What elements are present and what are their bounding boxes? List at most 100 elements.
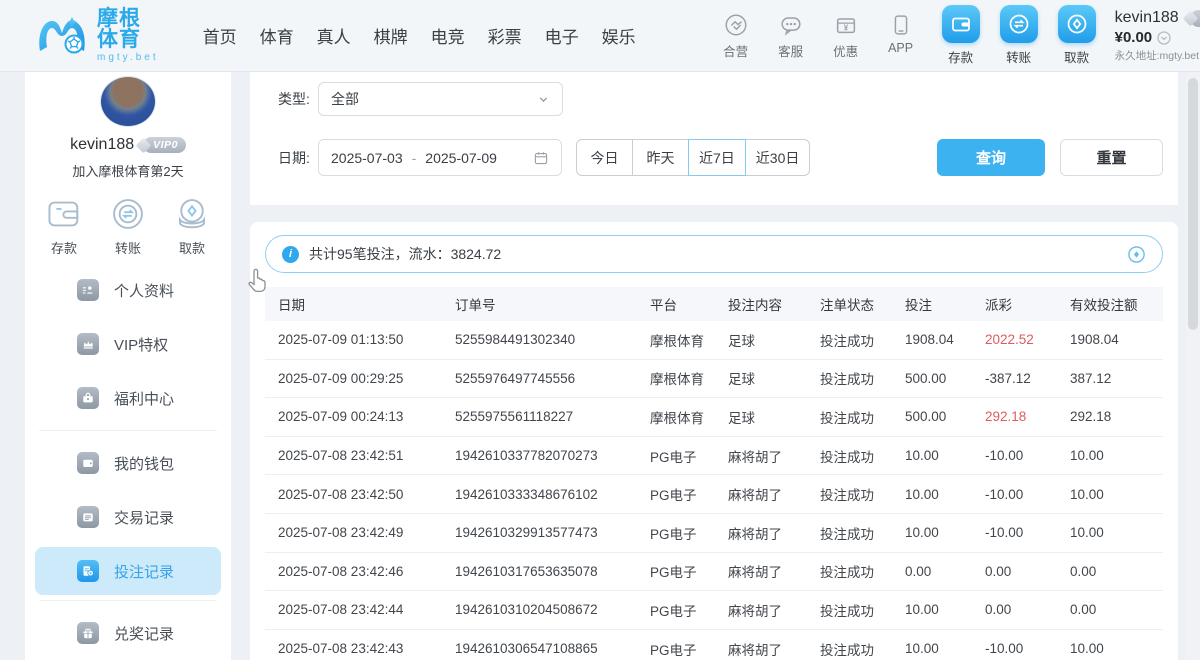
nav-item-6[interactable]: 彩票	[488, 23, 522, 48]
cell-platform: PG电子	[650, 446, 728, 466]
wallet-action-2[interactable]: 转账	[995, 5, 1043, 66]
transfer-outline-icon	[109, 195, 147, 233]
cell-payout: 2022.52	[985, 332, 1070, 347]
cell-valid_amount: 10.00	[1070, 641, 1163, 656]
cell-platform: PG电子	[650, 639, 728, 659]
search-button[interactable]: 查询	[937, 139, 1045, 176]
cell-stake: 500.00	[905, 409, 985, 424]
header-cell: 派彩	[985, 294, 1070, 314]
cell-content: 足球	[728, 368, 820, 388]
sidebar-item-4[interactable]: 我的钱包	[25, 436, 231, 490]
sidebar-quick-3[interactable]: 取款	[170, 195, 214, 257]
handshake-icon	[723, 12, 749, 38]
cell-date: 2025-07-08 23:42:44	[278, 602, 455, 617]
cell-date: 2025-07-08 23:42:49	[278, 525, 455, 540]
cell-valid_amount: 10.00	[1070, 448, 1163, 463]
range-button-3[interactable]: 近7日	[688, 139, 746, 176]
cell-order_no: 5255976497745556	[455, 371, 650, 386]
nav-item-7[interactable]: 电子	[545, 23, 579, 48]
sidebar-item-6[interactable]: ¥投注记录	[35, 547, 221, 595]
cell-platform: PG电子	[650, 523, 728, 543]
date-separator: -	[412, 150, 417, 166]
sidebar-item-1[interactable]: 个人资料	[25, 263, 231, 317]
cell-content: 足球	[728, 407, 820, 427]
range-button-2[interactable]: 昨天	[632, 139, 689, 176]
table-row: 2025-07-08 23:42:501942610333348676102PG…	[265, 475, 1163, 514]
cell-content: 麻将胡了	[728, 446, 820, 466]
cell-valid_amount: 10.00	[1070, 525, 1163, 540]
wallet-action-3[interactable]: 取款	[1053, 5, 1101, 66]
cell-payout: -10.00	[985, 525, 1070, 540]
nav-item-3[interactable]: 真人	[317, 23, 351, 48]
cell-date: 2025-07-09 01:13:50	[278, 332, 455, 347]
date-label: 日期:	[278, 148, 318, 168]
brand-logo[interactable]: 摩根体育 mgty.bet	[36, 8, 159, 63]
nav-item-5[interactable]: 电竞	[431, 23, 465, 48]
sidebar-item-5[interactable]: 交易记录	[25, 490, 231, 544]
cell-platform: 摩根体育	[650, 368, 728, 388]
sidebar-item-7[interactable]: 兑奖记录	[25, 606, 231, 660]
cell-payout: -387.12	[985, 371, 1070, 386]
cell-content: 麻将胡了	[728, 523, 820, 543]
sidebar-item-3[interactable]: 福利中心	[25, 371, 231, 425]
withdraw-icon	[1065, 12, 1089, 36]
bet-records-table: 日期订单号平台投注内容注单状态投注派彩有效投注额 2025-07-09 01:1…	[265, 287, 1163, 660]
header-cell: 有效投注额	[1070, 294, 1163, 314]
table-row: 2025-07-09 01:13:505255984491302340摩根体育足…	[265, 321, 1163, 360]
range-button-1[interactable]: 今日	[576, 139, 633, 176]
wallet-action-1[interactable]: 存款	[937, 5, 985, 66]
quicklink-1[interactable]: 合营	[714, 12, 758, 60]
expand-target-icon[interactable]	[1127, 245, 1146, 264]
nav-item-1[interactable]: 首页	[203, 23, 237, 48]
quicklink-3[interactable]: ¥优惠	[824, 12, 868, 60]
nav-item-4[interactable]: 棋牌	[374, 23, 408, 48]
join-days-text: 加入摩根体育第2天	[72, 161, 183, 180]
table-header: 日期订单号平台投注内容注单状态投注派彩有效投注额	[265, 287, 1163, 321]
cell-platform: PG电子	[650, 600, 728, 620]
date-start: 2025-07-03	[331, 150, 403, 166]
cell-order_no: 1942610337782070273	[455, 448, 650, 463]
cell-status: 投注成功	[820, 484, 905, 504]
sidebar-quick-1[interactable]: 存款	[42, 195, 86, 257]
topbar-quick-links: 合营客服¥优惠APP	[714, 12, 923, 60]
cell-order_no: 5255984491302340	[455, 332, 650, 347]
date-range-input[interactable]: 2025-07-03 - 2025-07-09	[318, 139, 562, 176]
cell-platform: PG电子	[650, 484, 728, 504]
scrollbar-track[interactable]	[1186, 72, 1200, 660]
quicklink-2[interactable]: 客服	[769, 12, 813, 60]
cell-order_no: 1942610329913577473	[455, 525, 650, 540]
header-cell: 投注	[905, 294, 985, 314]
scrollbar-thumb[interactable]	[1188, 78, 1198, 330]
sidebar-avatar[interactable]	[100, 76, 156, 127]
cell-payout: -10.00	[985, 448, 1070, 463]
balance-refresh-icon[interactable]	[1157, 31, 1171, 45]
reset-button[interactable]: 重置	[1060, 139, 1163, 176]
summary-text: 共计95笔投注，流水：3824.72	[309, 244, 501, 264]
transfer-icon	[1007, 12, 1031, 36]
range-button-4[interactable]: 近30日	[745, 139, 811, 176]
sidebar-menu: 个人资料VIP特权福利中心我的钱包交易记录¥投注记录兑奖记录	[25, 263, 231, 660]
header-cell: 注单状态	[820, 294, 905, 314]
cell-order_no: 1942610310204508672	[455, 602, 650, 617]
cell-order_no: 1942610317653635078	[455, 564, 650, 579]
vip-badge: VIP0	[1185, 10, 1200, 27]
coupon-icon: ¥	[833, 12, 859, 38]
sidebar-quick-2[interactable]: 转账	[106, 195, 150, 257]
cell-payout: 0.00	[985, 602, 1070, 617]
sidebar-item-2[interactable]: VIP特权	[25, 317, 231, 371]
cell-order_no: 1942610333348676102	[455, 487, 650, 502]
cell-valid_amount: 0.00	[1070, 602, 1163, 617]
cell-date: 2025-07-09 00:24:13	[278, 409, 455, 424]
main-nav: 首页体育真人棋牌电竞彩票电子娱乐	[203, 23, 636, 48]
cell-order_no: 5255975561118227	[455, 409, 650, 424]
topbar-wallet-actions: 存款转账取款	[937, 5, 1101, 66]
nav-item-8[interactable]: 娱乐	[602, 23, 636, 48]
quicklink-4[interactable]: APP	[879, 12, 923, 60]
chevron-down-icon	[537, 93, 550, 106]
type-select[interactable]: 全部	[318, 82, 563, 116]
header-cell: 平台	[650, 294, 728, 314]
cell-content: 麻将胡了	[728, 484, 820, 504]
nav-item-2[interactable]: 体育	[260, 23, 294, 48]
bet-records-panel: 共计95笔投注，流水：3824.72 日期订单号平台投注内容注单状态投注派彩有效…	[250, 222, 1178, 660]
cell-valid_amount: 292.18	[1070, 409, 1163, 424]
